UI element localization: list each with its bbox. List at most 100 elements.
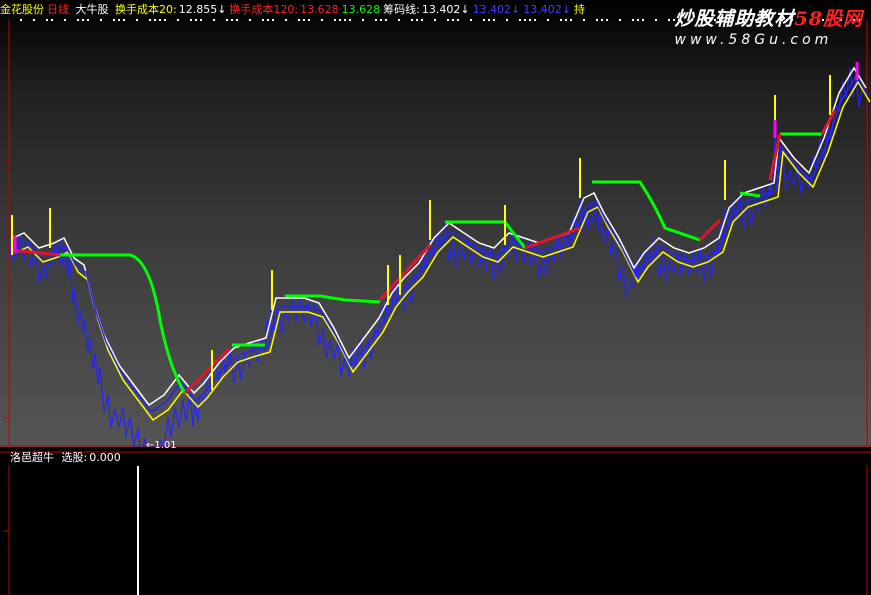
signal-dot <box>642 19 644 21</box>
signal-dot <box>457 19 459 21</box>
indicator-label: 换手成本20: <box>115 3 177 16</box>
signal-dot <box>51 19 53 21</box>
signal-dot <box>100 19 102 21</box>
signal-dot <box>434 19 436 21</box>
signal-dot <box>470 19 472 21</box>
signal-dot <box>519 19 521 21</box>
signal-dot <box>195 19 197 21</box>
signal-dot <box>583 19 585 21</box>
signal-dot <box>231 19 233 21</box>
signal-dot <box>529 19 531 21</box>
select-label: 选股: <box>61 451 88 464</box>
signal-dot <box>447 19 449 21</box>
watermark: 炒股辅助教材58股网 www.58Gu.com <box>675 4 863 48</box>
signal-dot <box>488 19 490 21</box>
period-label[interactable]: 日线 <box>47 3 69 16</box>
signal-dot <box>213 19 215 21</box>
signal-dot <box>87 19 89 21</box>
signal-dot <box>118 19 120 21</box>
indicator-label: 持 <box>574 3 585 16</box>
signal-dot <box>123 19 125 21</box>
signal-dot <box>493 19 495 21</box>
signal-dot <box>46 19 48 21</box>
signal-dot <box>560 19 562 21</box>
indicator-value: 13.402↓ <box>523 3 571 16</box>
signal-dot <box>421 19 423 21</box>
signal-dot <box>308 19 310 21</box>
indicator-value: 13.628 <box>300 3 339 16</box>
signal-dot <box>200 19 202 21</box>
signal-dot <box>285 19 287 21</box>
signal-dot <box>190 19 192 21</box>
indicator-values: 换手成本20: 12.855↓ 换手成本120: 13.628 13.628 筹码线: 13… <box>115 3 587 16</box>
indicator-value: 13.402↓ <box>421 3 470 16</box>
signal-dot <box>303 19 305 21</box>
signal-dot <box>349 19 351 21</box>
stock-name: 金花股份 <box>0 3 44 16</box>
signal-dot <box>64 19 66 21</box>
signal-dot <box>159 19 161 21</box>
signal-dot <box>524 19 526 21</box>
signal-dot <box>267 19 269 21</box>
indicator-header: 金花股份 日线 大牛股 换手成本20: 12.855↓ 换手成本120: 13.628 1… <box>0 3 590 17</box>
signal-dot <box>619 19 621 21</box>
signal-dot <box>226 19 228 21</box>
signal-dot <box>380 19 382 21</box>
signal-dot <box>82 19 84 21</box>
signal-dot <box>601 19 603 21</box>
signal-dot <box>33 19 35 21</box>
signal-dot <box>655 19 657 21</box>
signal-dot <box>249 19 251 21</box>
indicator-name: 大牛股 <box>75 3 109 16</box>
cost-line-120-green <box>739 191 761 198</box>
signal-dot <box>136 19 138 21</box>
signal-dot <box>668 19 670 21</box>
signal-dot <box>272 19 274 21</box>
signal-dot <box>398 19 400 21</box>
indicator-value: 13.628 <box>341 3 381 16</box>
select-signal-bar <box>137 466 139 595</box>
indicator-label: 筹码线: <box>383 3 420 16</box>
signal-dot <box>596 19 598 21</box>
price-chart[interactable] <box>0 0 871 447</box>
signal-dot <box>154 19 156 21</box>
signal-dot <box>113 19 115 21</box>
cost-line-120-red <box>183 346 232 395</box>
signal-dot <box>77 19 79 21</box>
cost-line-120-green <box>60 253 187 394</box>
indicator-value: 12.855↓ <box>178 3 227 16</box>
signal-dot <box>385 19 387 21</box>
signal-dot <box>632 19 634 21</box>
signal-dot <box>20 19 22 21</box>
watermark-title: 炒股辅助教材58股网 <box>674 8 863 30</box>
indicator-label: 换手成本120: <box>229 3 299 16</box>
signal-dot <box>298 19 300 21</box>
signal-dot <box>411 19 413 21</box>
signal-dot <box>565 19 567 21</box>
signal-dot <box>362 19 364 21</box>
select-value: 0.000 <box>89 451 121 464</box>
signal-dot <box>637 19 639 21</box>
cost-line-20 <box>16 80 871 422</box>
signal-dot <box>452 19 454 21</box>
sub-indicator-header: 洛邑超牛 选股: 0.000 <box>10 451 125 465</box>
signal-dot <box>344 19 346 21</box>
signal-dot <box>416 19 418 21</box>
chip-line <box>12 66 867 407</box>
signal-dot <box>236 19 238 21</box>
signal-dot <box>570 19 572 21</box>
signal-dot <box>506 19 508 21</box>
watermark-url: www.58Gu.com <box>674 32 833 48</box>
sub-indicator-name: 洛邑超牛 <box>10 451 54 464</box>
main-chart-panel[interactable]: 金花股份 日线 大牛股 换手成本20: 12.855↓ 换手成本120: 13.628 1… <box>0 0 871 451</box>
signal-dot <box>164 19 166 21</box>
signal-dot <box>606 19 608 21</box>
sub-indicator-panel[interactable]: 洛邑超牛 选股: 0.000 <box>0 451 871 595</box>
signal-dot <box>321 19 323 21</box>
sub-indicator-chart[interactable] <box>0 451 871 595</box>
signal-dot <box>334 19 336 21</box>
cost-line-120-red <box>698 218 722 242</box>
signal-dot <box>483 19 485 21</box>
signal-dot <box>547 19 549 21</box>
signal-dot <box>339 19 341 21</box>
